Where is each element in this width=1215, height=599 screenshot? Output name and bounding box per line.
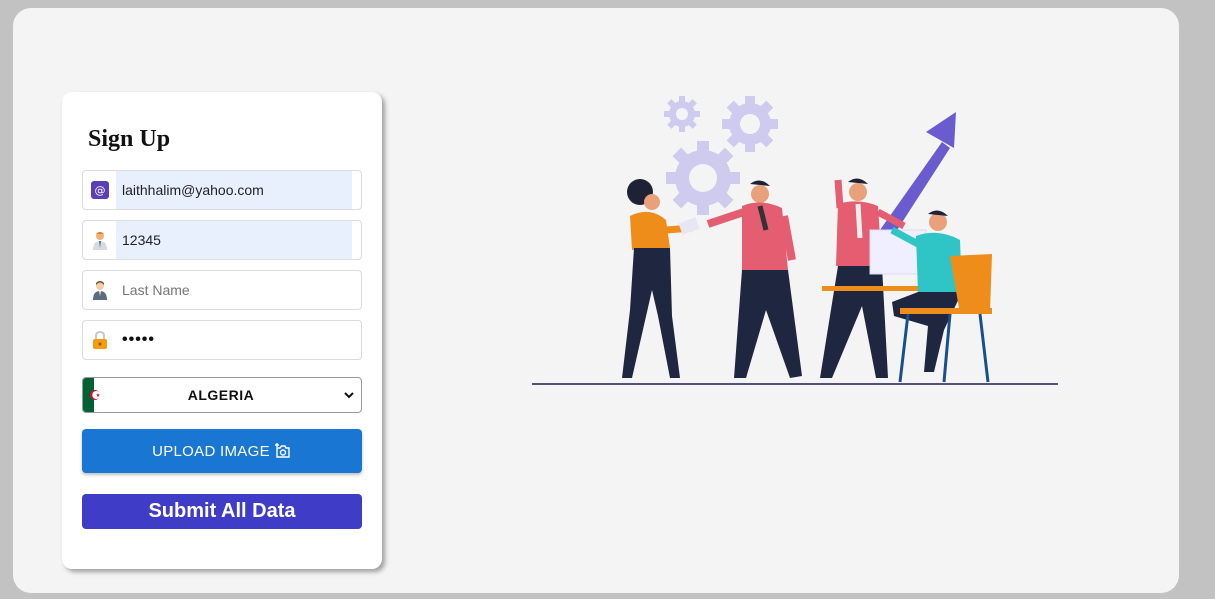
svg-text:@: @ xyxy=(94,184,105,197)
country-select[interactable]: ALGERIA xyxy=(82,377,362,413)
password-field[interactable]: ••••• xyxy=(82,320,362,360)
country-selected-value: ALGERIA xyxy=(187,387,255,403)
person-icon xyxy=(83,221,116,259)
at-sign-icon: @ xyxy=(83,171,116,209)
algeria-flag-icon xyxy=(83,378,105,412)
team-collaboration-illustration xyxy=(532,96,1058,385)
email-input[interactable]: laithhalim@yahoo.com xyxy=(116,171,352,209)
chevron-down-icon xyxy=(344,392,354,399)
submit-all-data-button[interactable]: Submit All Data xyxy=(82,494,362,529)
first-name-field[interactable]: 12345 xyxy=(82,220,362,260)
person-icon xyxy=(83,271,116,309)
email-field[interactable]: @ laithhalim@yahoo.com xyxy=(82,170,362,210)
page-panel: Sign Up @ laithhalim@yahoo.com 12345 Las… xyxy=(13,8,1179,593)
upload-image-label: UPLOAD IMAGE xyxy=(152,442,270,460)
first-name-input[interactable]: 12345 xyxy=(116,221,352,259)
lock-icon xyxy=(83,321,116,359)
last-name-field[interactable]: Last Name xyxy=(82,270,362,310)
form-title: Sign Up xyxy=(88,126,171,152)
add-photo-icon xyxy=(274,443,290,458)
last-name-input[interactable]: Last Name xyxy=(116,271,352,309)
upload-image-button[interactable]: UPLOAD IMAGE xyxy=(82,429,362,473)
signup-card: Sign Up @ laithhalim@yahoo.com 12345 Las… xyxy=(62,92,382,569)
password-input[interactable]: ••••• xyxy=(116,321,352,359)
